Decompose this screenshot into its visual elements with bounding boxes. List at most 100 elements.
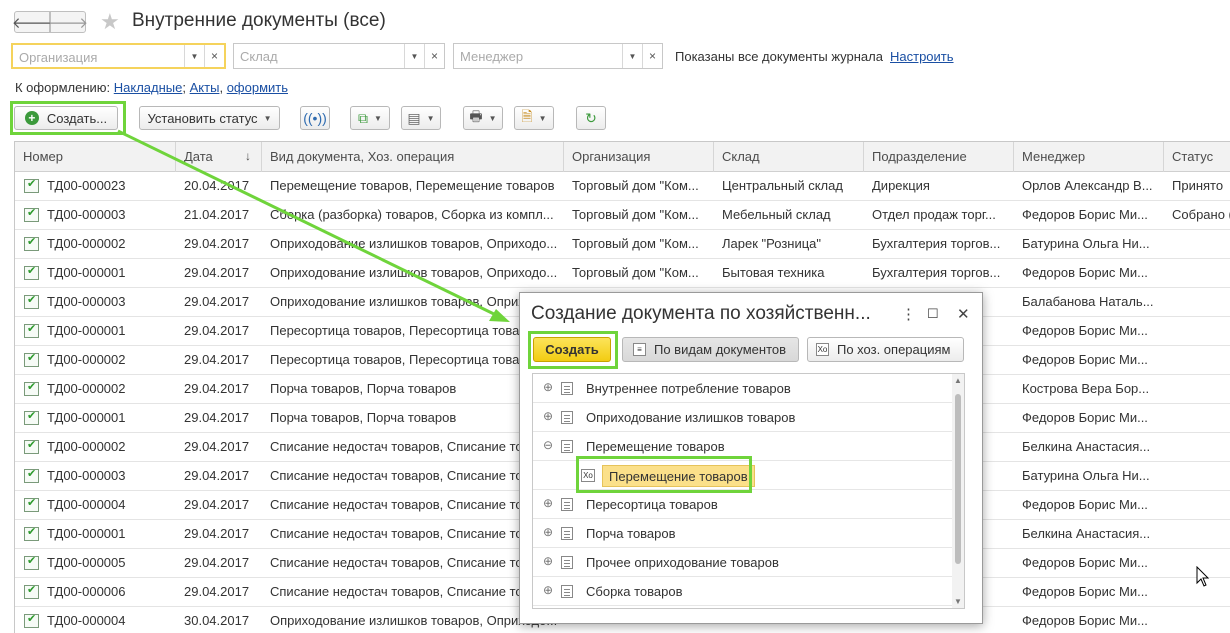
tree-group-item[interactable]: ⊕ Сборка товаров [533,577,953,606]
favorite-star-icon[interactable]: ★ [100,9,120,35]
by-operation-button[interactable]: Xo По хоз. операциям [807,337,964,362]
cell-status [1164,491,1230,519]
cell-warehouse: Бытовая техника [722,265,825,280]
column-header-department[interactable]: Подразделение [864,142,1014,172]
column-header-doc-type[interactable]: Вид документа, Хоз. операция [262,142,564,172]
column-header-manager[interactable]: Менеджер [1014,142,1164,172]
chevron-down-icon[interactable]: ▼ [622,44,642,68]
column-header-organization[interactable]: Организация [564,142,714,172]
cell-number: ТД00-000023 [47,178,126,193]
attachments-button[interactable]: 🗎 ▼ [514,106,554,130]
set-status-button[interactable]: Установить статус ▼ [139,106,280,130]
tree-group-item[interactable]: ⊕ Прочее оприходование товаров [533,548,953,577]
organization-filter[interactable]: Организация ▼ × [11,43,226,69]
cell-date: 29.04.2017 [184,584,250,599]
column-header-number[interactable]: Номер [15,142,176,172]
cell-number: ТД00-000002 [47,381,126,396]
cell-manager: Федоров Борис Ми... [1022,265,1148,280]
column-header-status[interactable]: Статус [1164,142,1230,172]
cell-status [1164,433,1230,461]
expand-icon[interactable]: ⊕ [543,583,553,597]
cell-date: 20.04.2017 [184,178,250,193]
cell-number: ТД00-000001 [47,526,126,541]
cell-manager: Федоров Борис Ми... [1022,207,1148,222]
manager-filter[interactable]: Менеджер ▼ × [453,43,663,69]
document-type-icon [561,411,573,424]
collapse-icon[interactable]: ⊖ [543,438,553,452]
maximize-icon[interactable]: ☐ [927,306,939,322]
clear-icon[interactable]: × [424,44,444,68]
process-link[interactable]: оформить [227,80,288,95]
tree-group-item[interactable]: ⊕ Порча товаров [533,519,953,548]
posted-document-icon [24,583,39,599]
operation-icon: Xo [816,343,829,356]
cell-number: ТД00-000002 [47,352,126,367]
cell-status [1164,375,1230,403]
posted-document-icon [24,612,39,628]
scroll-up-icon[interactable]: ▲ [954,376,962,385]
exchange-button[interactable]: ((•)) [300,106,330,130]
table-header: Номер Дата ↓ Вид документа, Хоз. операция… [15,142,1230,172]
tree-group-item[interactable]: ⊕ Оприходование излишков товаров [533,403,953,432]
warehouse-placeholder: Склад [240,49,278,64]
posted-document-icon [24,438,39,454]
separator: , [219,80,224,95]
tree-scrollbar[interactable]: ▲ ▼ [952,374,964,608]
chevron-down-icon: ▼ [538,113,547,123]
clear-icon[interactable]: × [204,45,224,67]
configure-link[interactable]: Настроить [890,49,954,64]
expand-icon[interactable]: ⊕ [543,409,553,423]
posted-document-icon [24,380,39,396]
by-operation-label: По хоз. операциям [837,342,951,357]
refresh-icon: ↻ [585,109,597,126]
dialog-menu-icon[interactable]: ⋮ [901,305,916,323]
cell-status [1164,462,1230,490]
document-type-icon [561,382,573,395]
warehouse-filter[interactable]: Склад ▼ × [233,43,445,69]
cell-number: ТД00-000003 [47,207,126,222]
acts-link[interactable]: Акты [190,80,220,95]
table-row[interactable]: ТД00-000023 20.04.2017 Перемещение товаров… [15,172,1230,201]
column-header-date[interactable]: Дата ↓ [176,142,262,172]
create-based-on-button[interactable]: ⧉ ▼ [350,106,390,130]
chevron-down-icon[interactable]: ▼ [404,44,424,68]
cell-manager: Батурина Ольга Ни... [1022,468,1150,483]
clear-icon[interactable]: × [642,44,662,68]
tree-group-item[interactable]: ⊕ Пересортица товаров [533,490,953,519]
cell-number: ТД00-000001 [47,410,126,425]
table-row[interactable]: ТД00-000001 29.04.2017 Оприходование излиш… [15,259,1230,288]
cell-manager: Федоров Борис Ми... [1022,497,1148,512]
related-documents-button[interactable]: ▤ ▼ [401,106,441,130]
by-document-type-button[interactable]: ≡ По видам документов [622,337,799,362]
invoices-link[interactable]: Накладные [114,80,183,95]
cell-warehouse: Центральный склад [722,178,843,193]
chevron-down-icon: ▼ [488,113,497,123]
expand-icon[interactable]: ⊕ [543,525,553,539]
close-icon[interactable]: ✕ [957,305,970,323]
tree-group-item[interactable]: ⊕ Внутреннее потребление товаров [533,374,953,403]
table-row[interactable]: ТД00-000003 21.04.2017 Сборка (разборка) т… [15,201,1230,230]
table-row[interactable]: ТД00-000002 29.04.2017 Оприходование излиш… [15,230,1230,259]
cell-manager: Федоров Борис Ми... [1022,613,1148,628]
set-status-label: Установить статус [147,110,258,126]
expand-icon[interactable]: ⊕ [543,496,553,510]
column-header-warehouse[interactable]: Склад [714,142,864,172]
forward-button[interactable]: 🡒 [48,11,88,33]
cell-status [1164,317,1230,345]
tree-item-label: Перемещение товаров [586,439,725,454]
cell-date: 29.04.2017 [184,352,250,367]
scroll-thumb[interactable] [955,394,961,564]
back-button[interactable]: 🡐 [12,11,52,33]
separator: ; [182,80,186,95]
tree-item-label: Оприходование излишков товаров [586,410,796,425]
chevron-down-icon[interactable]: ▼ [184,45,204,67]
refresh-button[interactable]: ↻ [576,106,606,130]
chevron-down-icon: ▼ [374,113,382,123]
cell-department: Бухгалтерия торгов... [872,236,1001,251]
print-button[interactable]: 🖶 ▼ [463,106,503,130]
expand-icon[interactable]: ⊕ [543,554,553,568]
expand-icon[interactable]: ⊕ [543,380,553,394]
scroll-down-icon[interactable]: ▼ [954,597,962,606]
cell-manager: Федоров Борис Ми... [1022,410,1148,425]
attachment-icon: 🗎 [521,108,533,124]
